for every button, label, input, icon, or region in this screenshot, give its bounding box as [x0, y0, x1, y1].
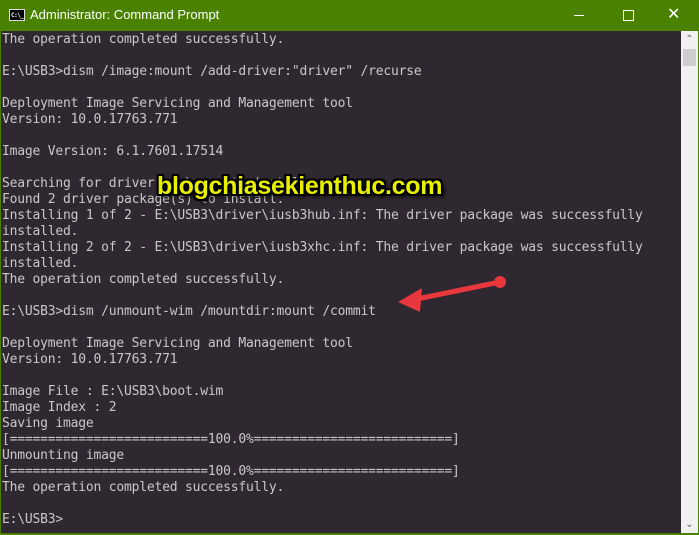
console-line: The operation completed successfully.	[2, 480, 285, 495]
close-button[interactable]: ✕	[653, 0, 699, 31]
console-line: Deployment Image Servicing and Managemen…	[2, 96, 353, 111]
console-line: Image File : E:\USB3\boot.wim	[2, 384, 224, 399]
console-line: Image Index : 2	[2, 400, 117, 415]
console-line: Image Version: 6.1.7601.17514	[2, 144, 224, 159]
window-title: Administrator: Command Prompt	[30, 7, 220, 22]
console-line: installed.	[2, 256, 79, 271]
scroll-down-icon[interactable]: ⌄	[681, 516, 698, 533]
console-output[interactable]: The operation completed successfully. E:\…	[1, 31, 681, 533]
console-line: The operation completed successfully.	[2, 32, 285, 47]
console-line: E:\USB3>dism /image:mount /add-driver:"d…	[2, 64, 422, 79]
minimize-button[interactable]	[557, 0, 603, 31]
title-bar[interactable]: C:\_ Administrator: Command Prompt ✕	[0, 0, 699, 31]
close-icon: ✕	[667, 4, 681, 23]
cmd-icon-glyph: C:\_	[11, 12, 24, 19]
console-line: Saving image	[2, 416, 94, 431]
console-line: [==========================100.0%=======…	[2, 432, 460, 447]
console-line: Deployment Image Servicing and Managemen…	[2, 336, 353, 351]
console-line: Installing 2 of 2 - E:\USB3\driver\iusb3…	[2, 240, 643, 255]
console-lines: The operation completed successfully. E:\…	[2, 32, 643, 528]
console-line: The operation completed successfully.	[2, 272, 285, 287]
minimize-icon	[574, 15, 584, 16]
scrollbar-thumb[interactable]	[683, 49, 696, 66]
console-line: E:\USB3>dism /unmount-wim /mountdir:moun…	[2, 304, 376, 319]
maximize-icon	[623, 10, 634, 21]
console-line: Installing 1 of 2 - E:\USB3\driver\iusb3…	[2, 208, 643, 223]
console-line: E:\USB3>	[2, 512, 64, 527]
cmd-icon[interactable]: C:\_	[9, 9, 25, 21]
watermark-text: blogchiasekienthuc.com	[157, 172, 443, 200]
console-line: Version: 10.0.17763.771	[2, 352, 178, 367]
vertical-scrollbar[interactable]: ⌃ ⌄	[681, 31, 698, 533]
maximize-button[interactable]	[605, 0, 651, 31]
console-line: [==========================100.0%=======…	[2, 464, 460, 479]
scroll-up-icon[interactable]: ⌃	[681, 31, 698, 48]
console-line: Unmounting image	[2, 448, 125, 463]
console-line: Version: 10.0.17763.771	[2, 112, 178, 127]
console-line: installed.	[2, 224, 79, 239]
